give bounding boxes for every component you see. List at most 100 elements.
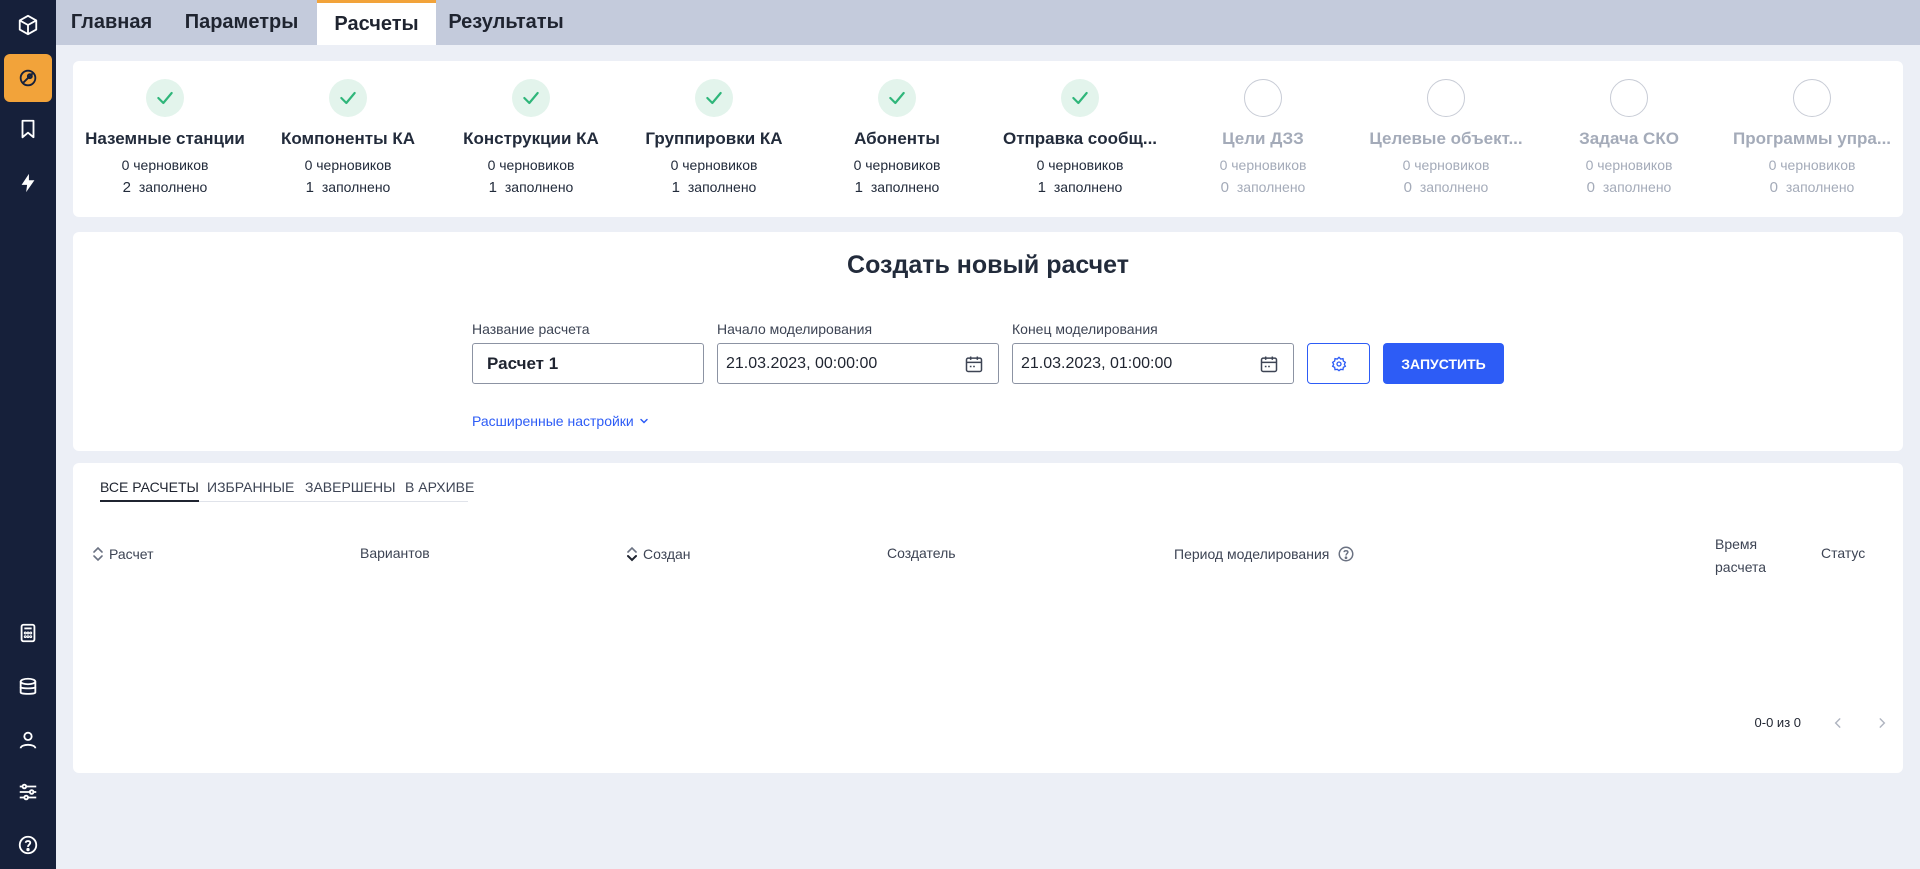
end-date-input[interactable]: 21.03.2023, 01:00:00 <box>1012 343 1294 384</box>
step-filled-count: 0 <box>1586 179 1595 196</box>
step-filled: 0 заполнено <box>1173 179 1353 196</box>
chevron-right-icon[interactable] <box>1875 716 1889 730</box>
column-calc-time-line2: расчета <box>1715 559 1767 575</box>
step-filled: 0 заполнено <box>1539 179 1719 196</box>
step-filled-count: 1 <box>1037 179 1046 196</box>
step-drafts-count: 0 <box>853 157 862 173</box>
column-period-label: Период моделирования <box>1174 546 1330 562</box>
calendar-icon[interactable] <box>964 354 984 374</box>
sidebar-item-profile[interactable] <box>4 716 52 764</box>
step-subscribers[interactable]: Абоненты 0 черновиков 1 заполнено <box>807 79 987 196</box>
check-icon <box>706 91 722 105</box>
step-drafts-count: 0 <box>1036 157 1045 173</box>
sidebar-item-help[interactable] <box>4 821 52 869</box>
list-tab-archive[interactable]: В АРХИВЕ <box>405 479 474 500</box>
step-sc-components[interactable]: Компоненты КА 0 черновиков 1 заполнено <box>258 79 438 196</box>
tab-results[interactable]: Результаты <box>436 0 576 45</box>
step-filled-label: заполнено <box>870 179 940 195</box>
end-label: Конец моделирования <box>1012 321 1158 337</box>
step-title: Абоненты <box>854 129 940 148</box>
start-date-value: 21.03.2023, 00:00:00 <box>726 354 878 372</box>
step-title: Целевые объект... <box>1369 129 1523 148</box>
check-icon <box>523 91 539 105</box>
step-filled-count: 0 <box>1403 179 1412 196</box>
sidebar-item-calculations[interactable] <box>4 54 52 102</box>
step-target-objects[interactable]: Целевые объект... 0 черновиков 0 заполне… <box>1356 79 1536 196</box>
step-drafts-label: черновиков <box>682 157 758 173</box>
lightning-icon <box>21 173 35 193</box>
pagination-text: 0-0 из 0 <box>1754 715 1801 730</box>
step-drafts: 0 черновиков <box>75 157 255 173</box>
sort-icon <box>93 546 103 562</box>
column-creator: Создатель <box>887 545 956 561</box>
column-status-label: Статус <box>1821 545 1866 561</box>
name-label: Название расчета <box>472 321 590 337</box>
tab-main[interactable]: Главная <box>56 0 167 45</box>
home-logo-button[interactable] <box>4 1 52 49</box>
calendar-icon[interactable] <box>1259 354 1279 374</box>
sidebar-item-quick[interactable] <box>4 159 52 207</box>
check-icon <box>889 91 905 105</box>
step-drafts-count: 0 <box>1585 157 1594 173</box>
sidebar-item-calculator[interactable] <box>4 609 52 657</box>
bookmark-icon <box>21 119 35 139</box>
step-filled-label: заполнено <box>321 179 391 195</box>
column-calculation-label: Расчет <box>109 546 154 562</box>
step-rs-targets[interactable]: Цели ДЗЗ 0 черновиков 0 заполнено <box>1173 79 1353 196</box>
check-icon <box>340 91 356 105</box>
step-filled: 1 заполнено <box>807 179 987 196</box>
step-status-circle <box>1061 79 1099 117</box>
step-filled-label: заполнено <box>1785 179 1855 195</box>
settings-button[interactable] <box>1307 343 1370 384</box>
step-drafts-label: черновиков <box>1780 157 1856 173</box>
help-icon <box>18 835 38 855</box>
step-sc-constructions[interactable]: Конструкции КА 0 черновиков 1 заполнено <box>441 79 621 196</box>
start-date-input[interactable]: 21.03.2023, 00:00:00 <box>717 343 999 384</box>
step-title: Отправка сообщ... <box>1002 129 1158 148</box>
step-drafts-count: 0 <box>1768 157 1777 173</box>
sidebar-item-bookmarks[interactable] <box>4 105 52 153</box>
advanced-settings-link[interactable]: Расширенные настройки <box>472 413 650 429</box>
calculations-list-card: ВСЕ РАСЧЕТЫ ИЗБРАННЫЕ ЗАВЕРШЕНЫ В АРХИВЕ… <box>73 463 1903 773</box>
list-tab-favorites[interactable]: ИЗБРАННЫЕ <box>207 479 294 500</box>
step-filled-label: заполнено <box>504 179 574 195</box>
step-message-sending[interactable]: Отправка сообщ... 0 черновиков 1 заполне… <box>990 79 1170 196</box>
step-drafts-label: черновиков <box>316 157 392 173</box>
tab-parameters[interactable]: Параметры <box>167 0 316 45</box>
step-sc-groups[interactable]: Группировки КА 0 черновиков 1 заполнено <box>624 79 804 196</box>
step-drafts-count: 0 <box>670 157 679 173</box>
step-drafts: 0 черновиков <box>807 157 987 173</box>
step-ground-stations[interactable]: Наземные станции 0 черновиков 2 заполнен… <box>75 79 255 196</box>
column-created[interactable]: Создан <box>626 545 691 563</box>
list-tab-all[interactable]: ВСЕ РАСЧЕТЫ <box>100 479 199 502</box>
step-drafts-label: черновиков <box>865 157 941 173</box>
column-calculation[interactable]: Расчет <box>92 545 154 563</box>
sidebar-item-settings[interactable] <box>4 768 52 816</box>
sliders-icon <box>19 783 37 801</box>
step-filled-count: 2 <box>122 179 131 196</box>
pagination: 0-0 из 0 <box>1755 715 1889 730</box>
data-readiness-card: Наземные станции 0 черновиков 2 заполнен… <box>73 61 1903 217</box>
chevron-left-icon[interactable] <box>1831 716 1845 730</box>
step-status-circle <box>1610 79 1648 117</box>
step-sko-task[interactable]: Задача СКО 0 черновиков 0 заполнено <box>1539 79 1719 196</box>
step-filled-label: заполнено <box>1419 179 1489 195</box>
step-filled: 1 заполнено <box>441 179 621 196</box>
list-tab-completed[interactable]: ЗАВЕРШЕНЫ <box>305 479 395 500</box>
step-filled: 2 заполнено <box>75 179 255 196</box>
tab-calculations[interactable]: Расчеты <box>317 0 436 45</box>
step-filled: 0 заполнено <box>1722 179 1902 196</box>
column-creator-label: Создатель <box>887 545 956 561</box>
question-circle-icon[interactable] <box>1337 545 1355 563</box>
calculation-name-input[interactable]: Расчет 1 <box>472 343 704 384</box>
step-control-programs[interactable]: Программы упра... 0 черновиков 0 заполне… <box>1722 79 1902 196</box>
step-filled-count: 1 <box>305 179 314 196</box>
step-drafts: 0 черновиков <box>990 157 1170 173</box>
step-drafts-label: черновиков <box>1048 157 1124 173</box>
step-filled: 1 заполнено <box>624 179 804 196</box>
step-drafts: 0 черновиков <box>1173 157 1353 173</box>
step-drafts-count: 0 <box>1402 157 1411 173</box>
sidebar-item-database[interactable] <box>4 663 52 711</box>
step-filled-label: заполнено <box>687 179 757 195</box>
run-button[interactable]: ЗАПУСТИТЬ <box>1383 343 1504 384</box>
